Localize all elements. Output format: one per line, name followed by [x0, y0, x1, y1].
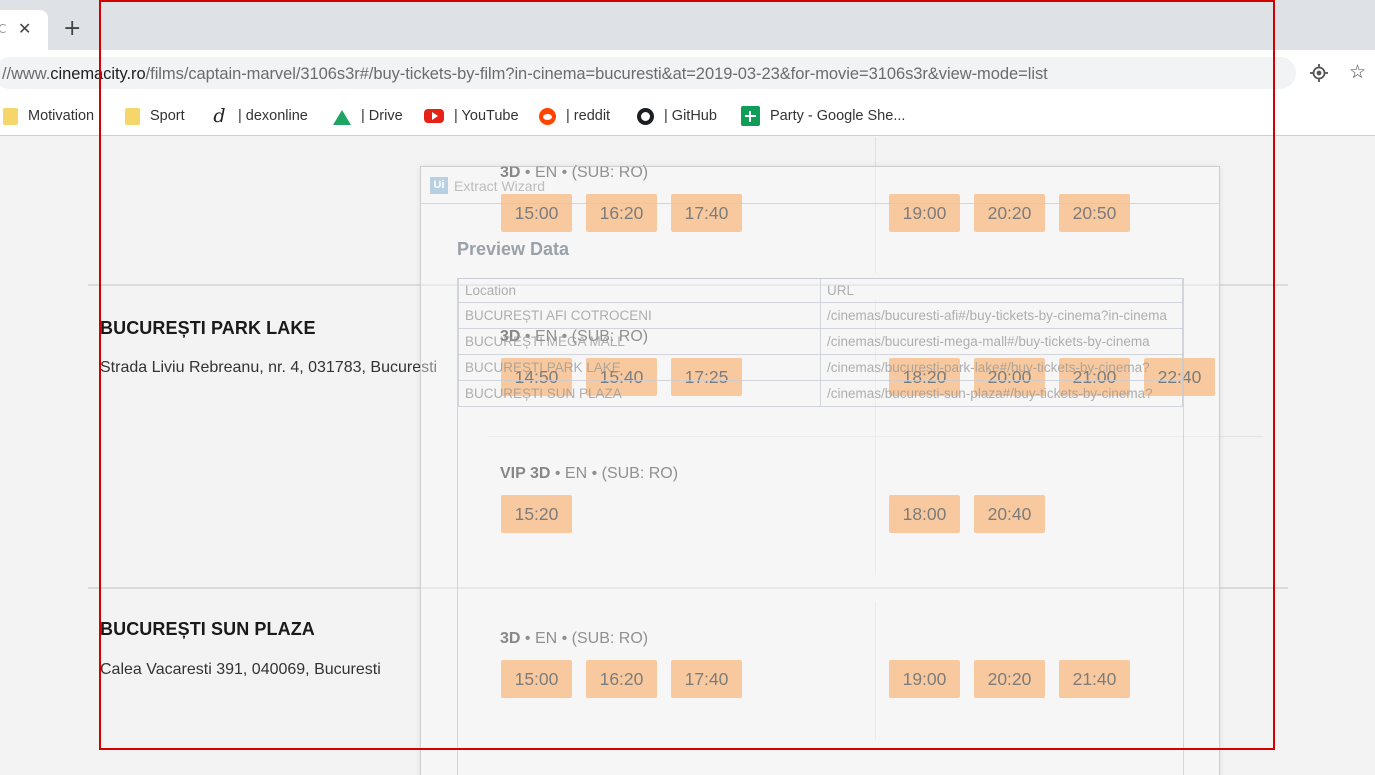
- url-cell: /cinemas/bucuresti-afi#/buy-tickets-by-c…: [820, 302, 1183, 329]
- folder-icon: [3, 107, 18, 125]
- bookmark-star-icon[interactable]: ☆: [1349, 61, 1366, 83]
- bookmark-motivation[interactable]: Motivation: [3, 105, 94, 127]
- table-row[interactable]: BUCUREȘTI SUN PLAZA /cinemas/bucuresti-s…: [458, 380, 1183, 407]
- tab-title: C: [0, 22, 7, 36]
- drive-icon: [333, 108, 351, 125]
- bookmark-party-sheet[interactable]: Party - Google She...: [741, 105, 905, 127]
- column-header-location[interactable]: Location: [458, 278, 821, 303]
- reddit-icon: [539, 107, 556, 125]
- table-row[interactable]: BUCUREȘTI PARK LAKE /cinemas/bucuresti-p…: [458, 354, 1183, 381]
- cinema-address: Strada Liviu Rebreanu, nr. 4, 031783, Bu…: [100, 359, 438, 376]
- location-cell: BUCUREȘTI SUN PLAZA: [458, 380, 821, 407]
- bookmark-label: | GitHub: [664, 108, 717, 124]
- url-prefix: //www.: [2, 65, 51, 83]
- cinema-name[interactable]: BUCUREȘTI PARK LAKE: [100, 318, 316, 339]
- youtube-icon: [424, 109, 444, 123]
- folder-icon: [125, 107, 140, 125]
- uipath-logo-icon: Ui: [430, 177, 448, 194]
- bookmark-dexonline[interactable]: d | dexonline: [211, 104, 308, 127]
- bookmark-label: | Drive: [361, 108, 403, 124]
- wizard-title-bar[interactable]: Ui Extract Wizard: [421, 167, 1219, 204]
- column-header-url[interactable]: URL: [820, 278, 1183, 303]
- location-cell: BUCUREȘTI AFI COTROCENI: [458, 302, 821, 329]
- bookmark-label: Party - Google She...: [770, 108, 906, 124]
- github-icon: [637, 107, 654, 125]
- close-tab-icon[interactable]: ✕: [18, 19, 31, 39]
- preview-data-heading: Preview Data: [457, 239, 570, 259]
- new-tab-icon[interactable]: +: [63, 16, 81, 42]
- bookmark-label: | reddit: [566, 108, 611, 124]
- wizard-title: Extract Wizard: [454, 178, 546, 194]
- url-path: /films/captain-marvel/3106s3r#/buy-ticke…: [145, 65, 1048, 83]
- url-cell: /cinemas/bucuresti-mega-mall#/buy-ticket…: [820, 328, 1183, 355]
- cinema-name[interactable]: BUCUREȘTI SUN PLAZA: [100, 619, 315, 640]
- location-cell: BUCUREȘTI MEGA MALL: [458, 328, 821, 355]
- url-cell: /cinemas/bucuresti-park-lake#/buy-ticket…: [820, 354, 1183, 381]
- browser-toolbar: //www.cinemacity.ro/films/captain-marvel…: [0, 50, 1375, 96]
- url-text[interactable]: //www.cinemacity.ro/films/captain-marvel…: [2, 65, 1048, 84]
- bookmark-label: | YouTube: [454, 108, 519, 124]
- url-host: cinemacity.ro: [50, 65, 146, 83]
- browser-tab[interactable]: C ✕: [0, 10, 48, 50]
- cinema-address: Calea Vacaresti 391, 040069, Bucuresti: [100, 661, 381, 678]
- address-bar[interactable]: //www.cinemacity.ro/films/captain-marvel…: [0, 57, 1296, 89]
- url-cell: /cinemas/bucuresti-sun-plaza#/buy-ticket…: [820, 380, 1183, 407]
- bookmark-youtube[interactable]: | YouTube: [424, 105, 519, 127]
- table-header-row: Location URL: [458, 278, 1183, 303]
- tab-strip: C ✕ +: [0, 0, 1375, 50]
- location-icon[interactable]: [1310, 64, 1328, 82]
- sheets-icon: [741, 106, 760, 126]
- preview-data-table[interactable]: Location URL BUCUREȘTI AFI COTROCENI /ci…: [458, 278, 1183, 407]
- bookmarks-bar: Motivation Sport d | dexonline | Drive | …: [0, 96, 1375, 136]
- bookmark-label: Motivation: [28, 108, 95, 124]
- bookmark-label: | dexonline: [238, 108, 308, 124]
- table-row[interactable]: BUCUREȘTI MEGA MALL /cinemas/bucuresti-m…: [458, 328, 1183, 355]
- bookmark-github[interactable]: | GitHub: [637, 105, 717, 127]
- extract-wizard-window[interactable]: Ui Extract Wizard Preview Data Location …: [420, 166, 1220, 775]
- bookmark-reddit[interactable]: | reddit: [539, 105, 610, 127]
- location-cell: BUCUREȘTI PARK LAKE: [458, 354, 821, 381]
- table-row[interactable]: BUCUREȘTI AFI COTROCENI /cinemas/bucures…: [458, 302, 1183, 329]
- dexonline-icon: d: [213, 104, 226, 127]
- bookmark-label: Sport: [150, 108, 185, 124]
- bookmark-drive[interactable]: | Drive: [333, 105, 403, 127]
- bookmark-sport[interactable]: Sport: [125, 105, 185, 127]
